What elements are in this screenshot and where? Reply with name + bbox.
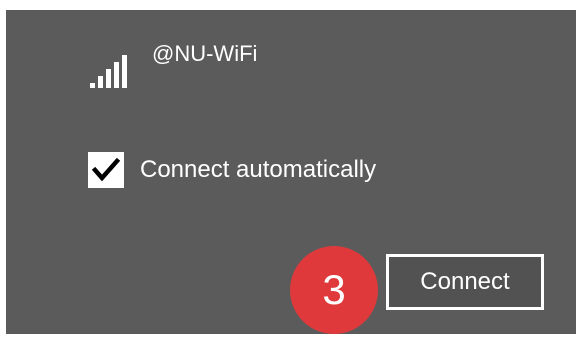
connect-automatically-checkbox[interactable] xyxy=(88,152,124,188)
wifi-network-panel: @NU-WiFi Connect automatically 3 Connect xyxy=(6,10,576,334)
connect-automatically-label: Connect automatically xyxy=(140,156,377,183)
connect-automatically-row[interactable]: Connect automatically xyxy=(88,149,376,191)
wifi-signal-icon xyxy=(90,50,134,90)
connect-button[interactable]: Connect xyxy=(386,254,544,310)
step-number-badge: 3 xyxy=(290,246,378,334)
checkmark-icon xyxy=(91,157,121,182)
network-name: @NU-WiFi xyxy=(152,41,258,66)
